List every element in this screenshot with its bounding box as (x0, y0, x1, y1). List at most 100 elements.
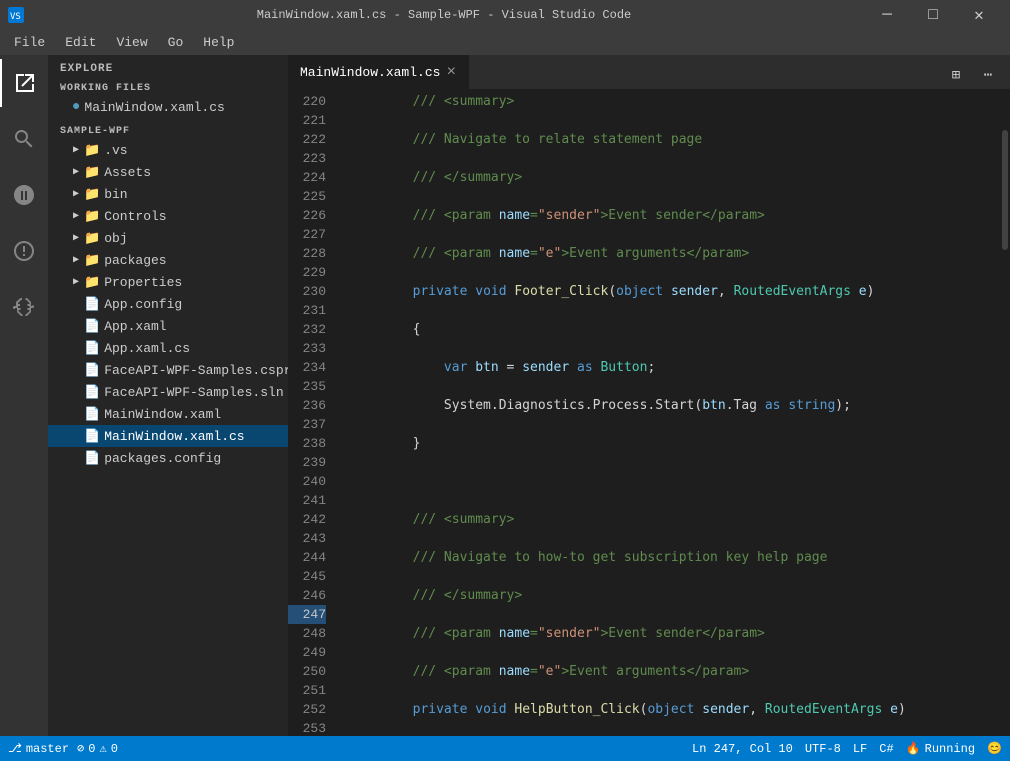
working-file-name: MainWindow.xaml.cs (84, 100, 224, 115)
tab-close-button[interactable]: × (446, 63, 456, 81)
close-button[interactable]: ✕ (956, 0, 1002, 30)
menu-view[interactable]: View (106, 30, 157, 55)
tree-vs[interactable]: ▶ 📁 .vs (48, 139, 288, 161)
code-area[interactable]: 220 221 222 223 224 225 226 227 228 229 … (288, 90, 1010, 736)
folder-icon: 📁 (84, 253, 100, 268)
editor-tab-main[interactable]: MainWindow.xaml.cs × (288, 55, 469, 89)
tree-bin[interactable]: ▶ 📁 bin (48, 183, 288, 205)
chevron-right-icon: ▶ (68, 210, 84, 222)
tree-obj[interactable]: ▶ 📁 obj (48, 227, 288, 249)
folder-icon: 📁 (84, 143, 100, 158)
sidebar: EXPLORE WORKING FILES ● MainWindow.xaml.… (48, 55, 288, 736)
status-left: ⎇ master ⊘ 0 ⚠ 0 (8, 741, 118, 756)
folder-icon: 📁 (84, 275, 100, 290)
maximize-button[interactable]: □ (910, 0, 956, 30)
sidebar-title: EXPLORE (48, 55, 288, 79)
menubar: File Edit View Go Help (0, 30, 1010, 55)
tree-packages[interactable]: ▶ 📁 packages (48, 249, 288, 271)
tab-label: MainWindow.xaml.cs (300, 65, 440, 80)
activity-bar (0, 55, 48, 736)
line-ending[interactable]: LF (853, 742, 867, 756)
language-text: C# (879, 742, 893, 756)
chevron-right-icon: ▶ (68, 166, 84, 178)
language-mode[interactable]: C# (879, 742, 893, 756)
line-ending-text: LF (853, 742, 867, 756)
tree-app-xaml[interactable]: 📄 App.xaml (48, 315, 288, 337)
tree-packages-config[interactable]: 📄 packages.config (48, 447, 288, 469)
tree-mainwindow-xaml[interactable]: 📄 MainWindow.xaml (48, 403, 288, 425)
tree-controls[interactable]: ▶ 📁 Controls (48, 205, 288, 227)
folder-icon: 📁 (84, 231, 100, 246)
file-encoding[interactable]: UTF-8 (805, 742, 841, 756)
running-text: Running (925, 742, 975, 756)
working-files-label: WORKING FILES (48, 79, 288, 96)
svg-text:VS: VS (10, 12, 21, 22)
file-tree: ▶ 📁 .vs ▶ 📁 Assets ▶ 📁 bin ▶ 📁 Controls … (48, 139, 288, 736)
activity-explore[interactable] (0, 59, 48, 107)
menu-help[interactable]: Help (193, 30, 244, 55)
tree-app-xaml-cs[interactable]: 📄 App.xaml.cs (48, 337, 288, 359)
working-file-mainwindow[interactable]: ● MainWindow.xaml.cs (48, 96, 288, 118)
activity-debug[interactable] (0, 227, 48, 275)
tree-properties[interactable]: ▶ 📁 Properties (48, 271, 288, 293)
error-icon: ⊘ (77, 741, 84, 756)
activity-git[interactable] (0, 171, 48, 219)
activity-extensions[interactable] (0, 283, 48, 331)
code-editor[interactable]: /// <summary> /// Navigate to relate sta… (338, 90, 1000, 736)
tree-mainwindow-xaml-cs[interactable]: 📄 MainWindow.xaml.cs (48, 425, 288, 447)
tree-csproj[interactable]: 📄 FaceAPI-WPF-Samples.csproj (48, 359, 288, 381)
cursor-position[interactable]: Ln 247, Col 10 (692, 742, 793, 756)
position-text: Ln 247, Col 10 (692, 742, 793, 756)
chevron-right-icon: ▶ (68, 276, 84, 288)
window-controls: ─ □ ✕ (864, 0, 1002, 30)
file-icon: 📄 (84, 319, 100, 334)
chevron-right-icon: ▶ (68, 144, 84, 156)
scrollbar-thumb[interactable] (1002, 130, 1008, 250)
git-branch-label: master (26, 742, 69, 756)
menu-edit[interactable]: Edit (55, 30, 106, 55)
editor-area: MainWindow.xaml.cs × ⊞ ⋯ 220 221 222 223… (288, 55, 1010, 736)
warning-count: 0 (111, 742, 118, 756)
tree-app-config[interactable]: 📄 App.config (48, 293, 288, 315)
tab-bar: MainWindow.xaml.cs × ⊞ ⋯ (288, 55, 1010, 90)
folder-icon: 📁 (84, 209, 100, 224)
fire-icon: 🔥 (906, 741, 921, 756)
status-right: Ln 247, Col 10 UTF-8 LF C# 🔥 Running 😊 (692, 741, 1002, 756)
statusbar: ⎇ master ⊘ 0 ⚠ 0 Ln 247, Col 10 UTF-8 LF… (0, 736, 1010, 761)
cs-file-icon: ● (72, 99, 80, 115)
warning-icon: ⚠ (99, 741, 106, 756)
chevron-right-icon: ▶ (68, 188, 84, 200)
running-status[interactable]: 🔥 Running (906, 741, 975, 756)
errors-count[interactable]: ⊘ 0 ⚠ 0 (77, 741, 118, 756)
git-icon: ⎇ (8, 741, 22, 756)
minimize-button[interactable]: ─ (864, 0, 910, 30)
file-icon: 📄 (84, 363, 100, 378)
folder-icon: 📁 (84, 165, 100, 180)
main-layout: EXPLORE WORKING FILES ● MainWindow.xaml.… (0, 55, 1010, 736)
app-icon: VS (8, 7, 24, 23)
tree-sln[interactable]: 📄 FaceAPI-WPF-Samples.sln (48, 381, 288, 403)
file-icon: 📄 (84, 297, 100, 312)
titlebar: VS MainWindow.xaml.cs - Sample-WPF - Vis… (0, 0, 1010, 30)
more-actions-button[interactable]: ⋯ (974, 61, 1002, 89)
file-icon: 📄 (84, 451, 100, 466)
vertical-scrollbar[interactable] (1000, 90, 1010, 736)
menu-file[interactable]: File (4, 30, 55, 55)
chevron-right-icon: ▶ (68, 254, 84, 266)
menu-go[interactable]: Go (158, 30, 194, 55)
file-icon: 📄 (84, 385, 100, 400)
feedback-icon: 😊 (987, 741, 1002, 756)
encoding-text: UTF-8 (805, 742, 841, 756)
smiley-icon[interactable]: 😊 (987, 741, 1002, 756)
error-count: 0 (88, 742, 95, 756)
split-editor-button[interactable]: ⊞ (942, 61, 970, 89)
title-text: MainWindow.xaml.cs - Sample-WPF - Visual… (32, 8, 856, 22)
git-branch[interactable]: ⎇ master (8, 741, 69, 756)
file-icon: 📄 (84, 407, 100, 422)
line-numbers: 220 221 222 223 224 225 226 227 228 229 … (288, 90, 338, 736)
file-icon: 📄 (84, 429, 100, 444)
activity-search[interactable] (0, 115, 48, 163)
tree-assets[interactable]: ▶ 📁 Assets (48, 161, 288, 183)
chevron-right-icon: ▶ (68, 232, 84, 244)
project-label: SAMPLE-WPF (48, 122, 288, 139)
